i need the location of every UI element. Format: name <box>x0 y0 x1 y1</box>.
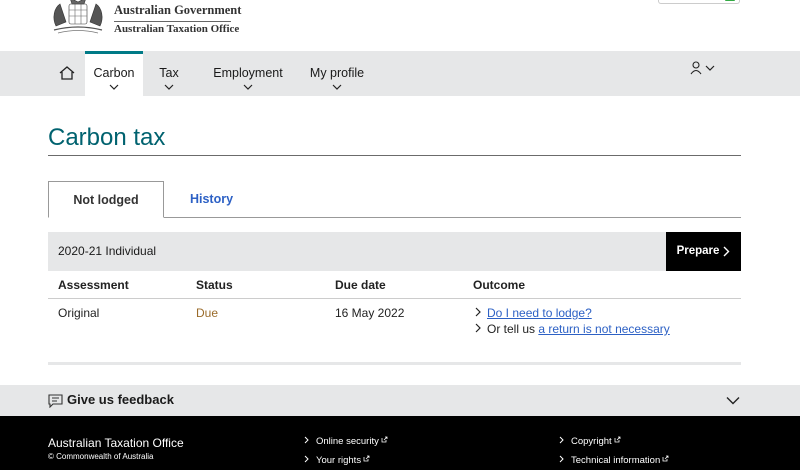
chevron-down-icon <box>164 84 174 90</box>
prepare-button[interactable]: Prepare <box>666 232 741 271</box>
chevron-right-icon <box>559 436 564 444</box>
chevron-down-icon <box>332 84 342 90</box>
outcome-line-2: Or tell us a return is not necessary <box>474 322 670 336</box>
nav-item-tax[interactable]: Tax <box>153 51 185 96</box>
chevron-right-icon <box>475 307 481 317</box>
column-header-outcome: Outcome <box>473 278 526 292</box>
site-header: Australian Government Australian Taxatio… <box>0 0 800 51</box>
footer-link-your-rights[interactable]: Your rights <box>304 455 370 466</box>
column-header-due-date: Due date <box>335 278 386 292</box>
chevron-down-icon <box>243 84 253 90</box>
feedback-label: Give us feedback <box>67 392 174 407</box>
section-divider <box>48 362 741 365</box>
footer-link-technical-information[interactable]: Technical information <box>559 455 669 466</box>
footer-link-online-security[interactable]: Online security <box>304 436 388 447</box>
status-indicator <box>725 0 735 1</box>
column-header-status: Status <box>196 278 233 292</box>
year-label: 2020-21 Individual <box>58 244 157 258</box>
external-link-icon <box>662 455 669 462</box>
title-divider <box>48 155 741 156</box>
home-icon[interactable] <box>58 65 76 81</box>
footer-link-copyright[interactable]: Copyright <box>559 436 621 447</box>
nav-item-carbon[interactable]: Carbon <box>85 51 143 96</box>
chevron-down-icon <box>109 84 119 90</box>
tab-history[interactable]: History <box>164 181 259 218</box>
nav-item-label: Employment <box>213 66 283 80</box>
site-footer: Australian Taxation Office © Commonwealt… <box>0 416 800 470</box>
top-widget[interactable] <box>658 0 740 4</box>
due-date-cell: 16 May 2022 <box>335 306 405 320</box>
year-row: 2020-21 Individual Prepare <box>48 232 741 271</box>
do-i-need-to-lodge-link[interactable]: Do I need to lodge? <box>487 306 592 320</box>
status-badge: Due <box>196 306 219 320</box>
assessment-cell: Original <box>58 306 100 320</box>
government-name: Australian Government <box>114 3 242 17</box>
page-title: Carbon tax <box>48 124 166 151</box>
prepare-button-label: Prepare <box>676 245 720 258</box>
column-header-assessment: Assessment <box>58 278 129 292</box>
chevron-right-icon <box>304 455 309 463</box>
agency-name: Australian Taxation Office <box>114 23 240 35</box>
external-link-icon <box>381 436 388 443</box>
chevron-right-icon <box>559 455 564 463</box>
nav-item-my-profile[interactable]: My profile <box>307 51 367 96</box>
main-nav: Carbon Tax Employment My profile <box>0 51 800 96</box>
chevron-down-icon <box>726 397 740 405</box>
chevron-right-icon <box>304 436 309 444</box>
coat-of-arms-logo <box>53 0 103 34</box>
nav-item-label: Tax <box>159 66 179 80</box>
nav-item-employment[interactable]: Employment <box>212 51 284 96</box>
footer-link-label: Copyright <box>571 436 612 447</box>
footer-link-label: Technical information <box>571 455 661 466</box>
nav-item-label: My profile <box>309 66 365 80</box>
header-divider <box>114 21 231 22</box>
external-link-icon <box>363 455 370 462</box>
footer-copyright: © Commonwealth of Australia <box>48 452 154 461</box>
tab-not-lodged[interactable]: Not lodged <box>48 181 164 218</box>
return-not-necessary-link[interactable]: a return is not necessary <box>538 322 669 336</box>
user-icon[interactable] <box>690 61 716 75</box>
footer-title: Australian Taxation Office <box>48 436 184 450</box>
outcome-line-1: Do I need to lodge? <box>474 306 592 320</box>
external-link-icon <box>614 436 621 443</box>
table-header-divider <box>48 298 741 299</box>
feedback-icon <box>48 394 63 408</box>
feedback-bar[interactable]: Give us feedback <box>0 385 800 416</box>
footer-link-label: Your rights <box>316 455 362 466</box>
footer-link-label: Online security <box>316 436 379 447</box>
chevron-right-icon <box>723 246 730 257</box>
chevron-right-icon <box>475 323 481 333</box>
nav-item-label: Carbon <box>93 66 135 80</box>
outcome-prefix: Or tell us <box>487 322 536 336</box>
